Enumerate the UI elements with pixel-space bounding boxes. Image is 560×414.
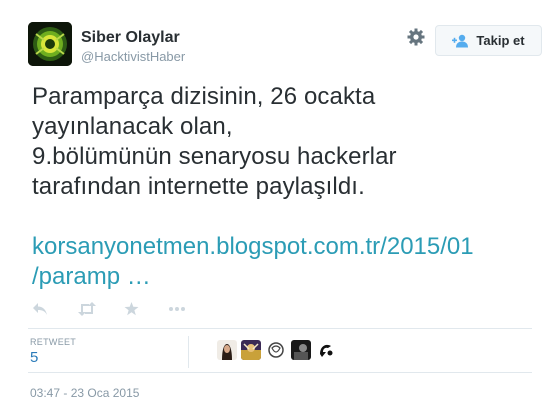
tweet-stats: RETWEET 5: [28, 330, 532, 370]
tweet-link[interactable]: korsanyonetmen.blogspot.com.tr/2015/01 /…: [32, 232, 532, 292]
tweet-link-line[interactable]: /paramp …: [32, 262, 532, 292]
reply-icon[interactable]: [32, 302, 48, 321]
user-handle[interactable]: @HacktivistHaber: [81, 49, 185, 64]
gear-icon[interactable]: [406, 27, 426, 47]
follow-button-label: Takip et: [476, 33, 525, 48]
retweeter-avatar[interactable]: [241, 340, 261, 360]
tweet-link-line[interactable]: korsanyonetmen.blogspot.com.tr/2015/01: [32, 232, 532, 262]
retweeter-avatar[interactable]: [266, 340, 286, 360]
tweet-text-line: yayınlanacak olan,: [32, 113, 233, 140]
divider: [28, 372, 532, 373]
tweet-text: Paramparça dizisinin, 26 ocakta yayınlan…: [32, 82, 532, 202]
tweet-text-line: 9.bölümünün senaryosu hackerlar: [32, 143, 397, 170]
avatar[interactable]: [28, 22, 72, 66]
retweet-count[interactable]: 5: [30, 349, 38, 366]
tweet-text-line: tarafından internette paylaşıldı.: [32, 173, 365, 200]
retweet-icon[interactable]: [77, 302, 97, 321]
tweet-header: Siber Olaylar @HacktivistHaber Takip et: [28, 22, 548, 70]
divider: [28, 328, 532, 329]
tweet-text-line: Paramparça dizisinin, 26 ocakta: [32, 83, 376, 110]
follow-user-icon: [452, 34, 470, 48]
favorite-icon[interactable]: [124, 302, 139, 321]
retweeter-avatar[interactable]: [217, 340, 237, 360]
more-icon[interactable]: [168, 302, 186, 321]
retweeter-avatar[interactable]: [316, 340, 336, 360]
user-fullname[interactable]: Siber Olaylar: [81, 29, 180, 47]
stat-separator: [188, 336, 189, 368]
tweet-timestamp[interactable]: 03:47 - 23 Oca 2015: [30, 386, 139, 400]
follow-button[interactable]: Takip et: [435, 25, 542, 56]
retweet-stat-label: RETWEET: [30, 337, 77, 347]
retweeter-avatar[interactable]: [291, 340, 311, 360]
